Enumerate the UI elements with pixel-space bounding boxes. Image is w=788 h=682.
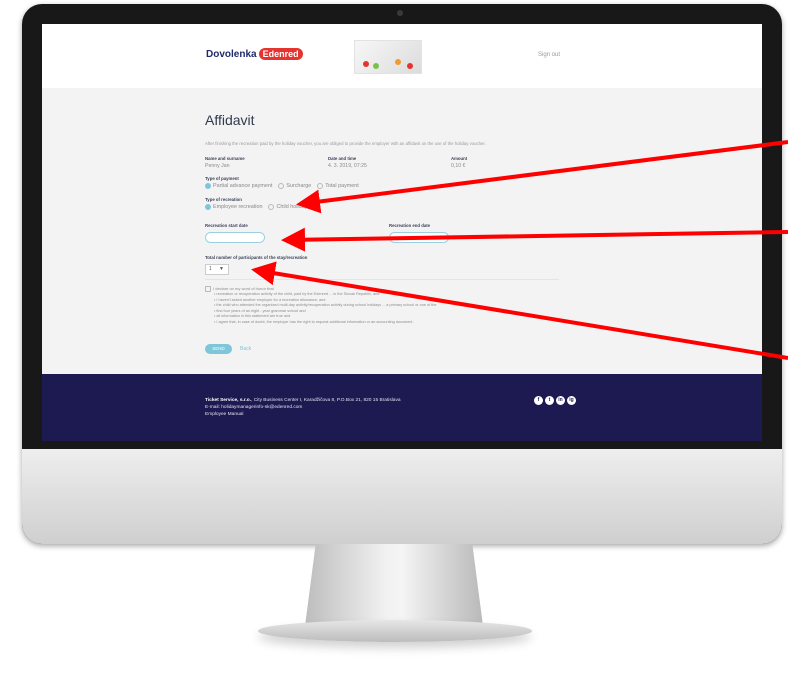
annotation-arrows bbox=[251, 140, 788, 360]
arrow-to-start-date bbox=[281, 227, 788, 252]
arrow-to-participants bbox=[251, 261, 788, 360]
arrow-to-recreation-type bbox=[296, 140, 788, 214]
